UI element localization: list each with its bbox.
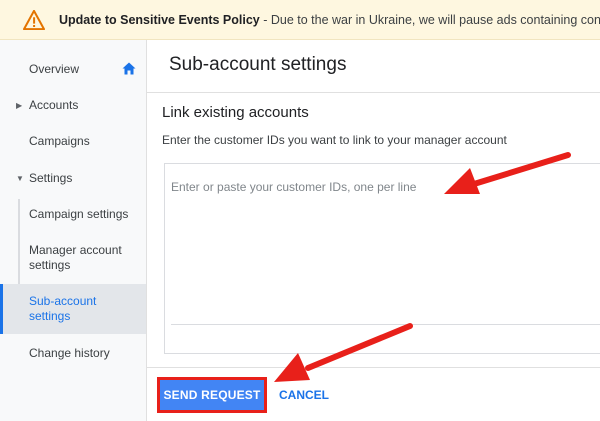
- policy-banner: Update to Sensitive Events Policy - Due …: [0, 0, 600, 40]
- warning-icon: [23, 9, 45, 30]
- sidebar-item-label: Campaign settings: [29, 206, 129, 221]
- sidebar-item-label: Overview: [29, 61, 80, 76]
- banner-title: Update to Sensitive Events Policy: [59, 12, 260, 27]
- sidebar-item-overview[interactable]: Overview: [0, 61, 146, 77]
- caret-right-icon: ▶: [16, 100, 23, 110]
- customer-ids-input[interactable]: [165, 164, 600, 324]
- sidebar-item-label: Campaigns: [29, 133, 90, 148]
- customer-ids-box: [164, 163, 600, 354]
- page-title: Sub-account settings: [169, 54, 347, 75]
- sidebar-item-settings[interactable]: ▼ Settings: [0, 170, 146, 186]
- sidebar-item-label: Settings: [29, 170, 73, 185]
- cancel-button[interactable]: CANCEL: [273, 383, 335, 407]
- sidebar-item-change-history[interactable]: Change history: [0, 345, 146, 361]
- sidebar-item-label: Change history: [29, 345, 110, 360]
- sidebar: Overview ▶ Accounts Campaigns ▼ Settings…: [0, 40, 147, 421]
- banner-text: Update to Sensitive Events Policy - Due …: [59, 13, 600, 27]
- sidebar-item-label-line2: settings: [29, 258, 71, 272]
- sidebar-item-label: Accounts: [29, 97, 79, 112]
- home-icon: [122, 62, 136, 75]
- sidebar-item-label-line1: Manager account: [29, 243, 122, 257]
- main-content: Sub-account settings Link existing accou…: [147, 40, 600, 421]
- sidebar-item-manager-account-settings[interactable]: Manager account settings: [0, 241, 146, 275]
- divider: [147, 367, 600, 368]
- section-description: Enter the customer IDs you want to link …: [162, 133, 507, 147]
- sidebar-item-campaign-settings[interactable]: Campaign settings: [0, 206, 146, 222]
- send-request-button[interactable]: SEND REQUEST: [157, 377, 267, 413]
- sidebar-item-label-line1: Sub-account: [29, 294, 97, 308]
- sidebar-item-campaigns[interactable]: Campaigns: [0, 133, 146, 149]
- sidebar-item-accounts[interactable]: ▶ Accounts: [0, 97, 146, 113]
- sidebar-item-label-line2: settings: [29, 309, 71, 323]
- input-underline: [171, 324, 600, 325]
- sidebar-item-sub-account-settings[interactable]: Sub-account settings: [0, 284, 146, 334]
- banner-message: - Due to the war in Ukraine, we will pau…: [263, 12, 600, 27]
- caret-down-icon: ▼: [16, 173, 24, 183]
- section-title: Link existing accounts: [162, 104, 309, 121]
- divider: [147, 92, 600, 93]
